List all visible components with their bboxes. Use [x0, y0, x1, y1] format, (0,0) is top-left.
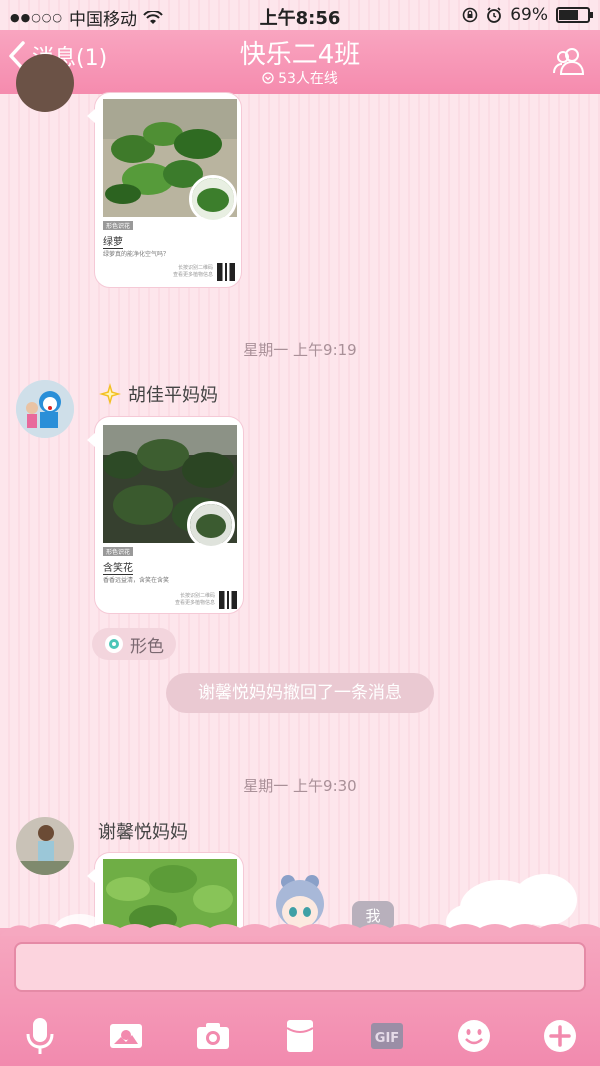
- message-input[interactable]: [14, 942, 586, 992]
- online-count-label: 53人在线: [278, 71, 338, 87]
- plus-icon: [544, 1020, 576, 1052]
- chevron-down-circle-icon: [262, 72, 274, 84]
- plant-thumbnail: [189, 175, 237, 223]
- plant-share-card[interactable]: 形色识花 含笑花 香香远益清，含笑在含笑 长按识别二维码 查看更多植物信息: [87, 416, 244, 614]
- online-count[interactable]: 53人在线: [0, 68, 600, 88]
- qr-code-icon: [219, 591, 237, 609]
- sender-name: 谢馨悦妈妈: [98, 818, 188, 844]
- xingse-app-icon: [105, 635, 123, 653]
- badge-label: 形色: [130, 636, 164, 657]
- rotation-lock-icon: [462, 7, 478, 23]
- status-bar: ●●○○○ 中国移动 上午8:56 69%: [0, 0, 600, 30]
- battery-icon: [556, 7, 593, 23]
- plant-tag: 形色识花: [103, 221, 134, 230]
- photo-album-icon: [110, 1024, 142, 1048]
- emoji-icon: [458, 1020, 490, 1052]
- chat-header: 消息(1) 快乐二4班 53人在线: [0, 30, 600, 94]
- message-timestamp: 星期一 上午9:30: [243, 777, 357, 795]
- sender-name: 胡佳平妈妈: [98, 381, 218, 407]
- plant-name: 绿萝: [103, 233, 123, 249]
- plant-desc: 香香远益清，含笑在含笑: [103, 577, 170, 584]
- more-button[interactable]: [534, 1010, 586, 1062]
- sender-name-label: 谢馨悦妈妈: [98, 822, 188, 843]
- plant-name: 含笑花: [103, 559, 133, 575]
- plant-share-card[interactable]: 形色识花 绿萝 绿萝真的能净化空气吗？ 长按识别二维码 查看更多植物信息: [87, 92, 242, 288]
- sparkle-icon: [99, 383, 121, 405]
- alarm-icon: [487, 7, 502, 23]
- voice-button[interactable]: [14, 1010, 66, 1062]
- chat-toolbar: GIF: [0, 1010, 600, 1062]
- red-packet-button[interactable]: [274, 1010, 326, 1062]
- recall-notice: 谢馨悦妈妈撤回了一条消息: [166, 673, 434, 713]
- message-timestamp: 星期一 上午9:19: [243, 341, 357, 359]
- plant-tag: 形色识花: [103, 547, 134, 556]
- gif-button[interactable]: GIF: [361, 1010, 413, 1062]
- group-members-button[interactable]: [552, 46, 586, 80]
- card-footer: 长按识别二维码 查看更多植物信息: [172, 265, 213, 278]
- group-title: 快乐二4班: [239, 40, 361, 70]
- decorative-scallop: [0, 924, 600, 936]
- sender-name-label: 胡佳平妈妈: [128, 385, 218, 406]
- group-members-icon: [553, 48, 585, 75]
- input-area: GIF: [0, 924, 600, 1066]
- app-source-badge[interactable]: 形色: [92, 628, 176, 660]
- emoji-button[interactable]: [448, 1010, 500, 1062]
- gif-icon: GIF: [371, 1023, 403, 1049]
- plant-thumbnail: [187, 501, 235, 549]
- qr-code-icon: [217, 263, 235, 281]
- photo-album-button[interactable]: [100, 1010, 152, 1062]
- avatar[interactable]: [16, 380, 74, 438]
- microphone-icon: [26, 1018, 54, 1054]
- red-packet-icon: [286, 1020, 314, 1052]
- card-footer: 长按识别二维码 查看更多植物信息: [174, 593, 215, 606]
- battery-percent: 69%: [510, 5, 548, 25]
- gif-label: GIF: [375, 1031, 399, 1046]
- camera-button[interactable]: [187, 1010, 239, 1062]
- plant-desc: 绿萝真的能净化空气吗？: [103, 251, 170, 258]
- camera-icon: [197, 1023, 229, 1049]
- avatar[interactable]: [16, 54, 74, 112]
